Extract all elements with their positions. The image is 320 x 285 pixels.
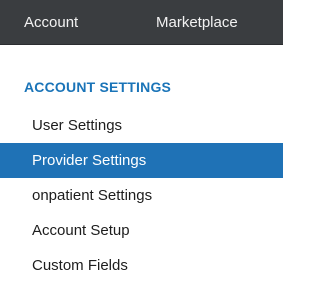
menu-item-custom-fields[interactable]: Custom Fields xyxy=(0,248,283,283)
section-heading-account-settings: ACCOUNT SETTINGS xyxy=(24,79,172,95)
menu-item-user-settings[interactable]: User Settings xyxy=(0,108,283,143)
tab-marketplace[interactable]: Marketplace xyxy=(156,0,238,45)
menu-item-account-setup[interactable]: Account Setup xyxy=(0,213,283,248)
top-nav-bar: Account Marketplace xyxy=(0,0,283,45)
tab-account[interactable]: Account xyxy=(24,0,78,45)
menu-item-onpatient-settings[interactable]: onpatient Settings xyxy=(0,178,283,213)
menu-item-provider-settings[interactable]: Provider Settings xyxy=(0,143,283,178)
